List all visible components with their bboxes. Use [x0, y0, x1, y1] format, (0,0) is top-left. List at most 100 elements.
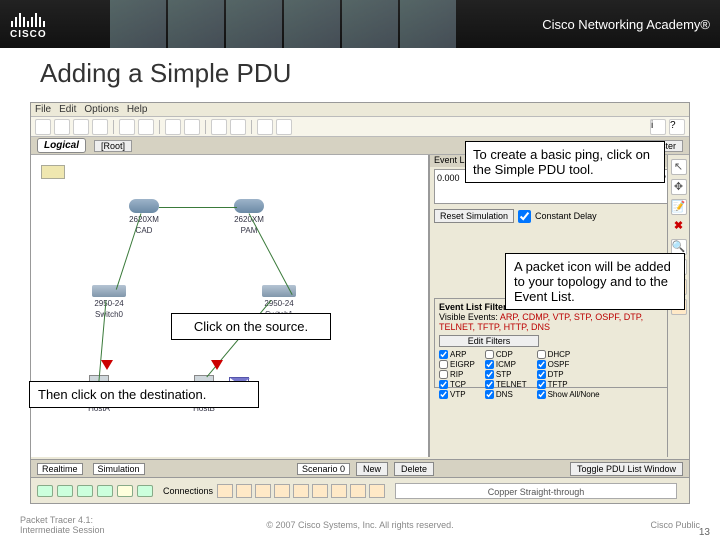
conn-coax-icon[interactable]	[331, 484, 347, 498]
switch-icon	[92, 285, 126, 297]
chk-dtp[interactable]	[537, 370, 546, 379]
zoom-in-icon[interactable]	[211, 119, 227, 135]
devgroup-routers-icon[interactable]	[37, 485, 53, 497]
menu-bar[interactable]: File Edit Options Help	[31, 103, 689, 117]
zoom-out-icon[interactable]	[230, 119, 246, 135]
footer-left: Packet Tracer 4.1: Intermediate Session	[20, 515, 140, 535]
router-cad-name: CAD	[126, 226, 162, 235]
chk-eigrp[interactable]	[439, 360, 448, 369]
conn-copper-cross-icon[interactable]	[274, 484, 290, 498]
chk-cdp[interactable]	[485, 350, 494, 359]
paste-icon[interactable]	[138, 119, 154, 135]
devgroup-wireless-icon[interactable]	[97, 485, 113, 497]
switch0[interactable]: 2950-24 Switch0	[91, 285, 127, 319]
callout-click-source: Click on the source.	[171, 313, 331, 340]
chk-rip[interactable]	[439, 370, 448, 379]
help-icon[interactable]: ?	[669, 119, 685, 135]
banner-photo-strip	[110, 0, 458, 48]
toggle-pdu-list-button[interactable]: Toggle PDU List Window	[570, 462, 683, 476]
chk-tcp[interactable]	[439, 380, 448, 389]
move-tool-icon[interactable]: ✥	[671, 179, 687, 195]
selected-connection-label: Copper Straight-through	[395, 483, 677, 499]
conn-fiber-icon[interactable]	[293, 484, 309, 498]
footer-right: Cisco Public	[580, 520, 700, 530]
callout-packet-added: A packet icon will be added to your topo…	[505, 253, 685, 310]
logical-tab[interactable]: Logical	[37, 138, 86, 153]
reset-sim-button[interactable]: Reset Simulation	[434, 209, 514, 223]
chk-ospf[interactable]	[537, 360, 546, 369]
academy-label: Cisco Networking Academy®	[542, 17, 710, 32]
chk-telnet[interactable]	[485, 380, 494, 389]
event-filters-panel: Event List Filters Visible Events: ARP, …	[434, 298, 685, 388]
palette-icon[interactable]	[257, 119, 273, 135]
ip-phone-device[interactable]	[35, 165, 71, 179]
menu-file[interactable]: File	[35, 104, 51, 115]
menu-options[interactable]: Options	[84, 104, 118, 115]
simulation-tab[interactable]: Simulation	[93, 463, 145, 475]
chk-stp[interactable]	[485, 370, 494, 379]
cisco-logo-text: CISCO	[10, 29, 47, 40]
chk-showall[interactable]	[537, 390, 546, 399]
select-tool-icon[interactable]: ↖	[671, 159, 687, 175]
open-file-icon[interactable]	[54, 119, 70, 135]
devgroup-connections-icon[interactable]	[117, 485, 133, 497]
arrow-to-hosta-icon	[101, 360, 113, 370]
conn-auto-icon[interactable]	[217, 484, 233, 498]
const-delay-checkbox[interactable]	[518, 210, 531, 223]
conn-console-icon[interactable]	[236, 484, 252, 498]
chk-dhcp[interactable]	[537, 350, 546, 359]
chk-icmp[interactable]	[485, 360, 494, 369]
root-chip[interactable]: [Root]	[94, 140, 132, 152]
devgroup-end-icon[interactable]	[137, 485, 153, 497]
scenario-bar: Scenario 0 New Delete Toggle PDU List Wi…	[291, 459, 689, 477]
device-picks	[217, 484, 385, 498]
router-icon	[129, 199, 159, 213]
menu-edit[interactable]: Edit	[59, 104, 76, 115]
packet-tracer-window: File Edit Options Help i ? Logical [Root…	[30, 102, 690, 504]
slide-title: Adding a Simple PDU	[0, 48, 720, 93]
menu-help[interactable]: Help	[127, 104, 148, 115]
visible-events-label: Visible Events:	[439, 312, 498, 322]
new-file-icon[interactable]	[35, 119, 51, 135]
topology-canvas[interactable]: 2620XM CAD 2620XM PAM 2950-24 Switch0 29…	[31, 155, 429, 457]
scenario-new-button[interactable]: New	[356, 462, 388, 476]
print-icon[interactable]	[92, 119, 108, 135]
info-icon[interactable]: i	[650, 119, 666, 135]
top-banner: CISCO Cisco Networking Academy®	[0, 0, 720, 48]
router-cad[interactable]: 2620XM CAD	[126, 199, 162, 235]
redo-icon[interactable]	[184, 119, 200, 135]
cisco-logo: CISCO	[10, 9, 47, 40]
edit-filters-button[interactable]: Edit Filters	[439, 335, 539, 347]
slide-footer: Packet Tracer 4.1: Intermediate Session …	[0, 510, 720, 540]
save-file-icon[interactable]	[73, 119, 89, 135]
router-cad-model: 2620XM	[126, 215, 162, 224]
conn-serial-dte-icon[interactable]	[369, 484, 385, 498]
conn-copper-straight-icon[interactable]	[255, 484, 271, 498]
devgroup-switches-icon[interactable]	[57, 485, 73, 497]
delete-tool-icon[interactable]: ✖	[671, 219, 687, 235]
conn-phone-icon[interactable]	[312, 484, 328, 498]
chk-tftp[interactable]	[537, 380, 546, 389]
chk-dns[interactable]	[485, 390, 494, 399]
scenario-delete-button[interactable]: Delete	[394, 462, 434, 476]
arrow-to-hostb-icon	[211, 360, 223, 370]
realtime-tab[interactable]: Realtime	[37, 463, 83, 475]
ip-phone-icon	[41, 165, 65, 179]
chk-arp[interactable]	[439, 350, 448, 359]
devgroup-hubs-icon[interactable]	[77, 485, 93, 497]
note-tool-icon[interactable]: 📝	[671, 199, 687, 215]
event-time: 0.000	[437, 173, 460, 183]
copy-icon[interactable]	[119, 119, 135, 135]
misc-tool-icon[interactable]	[276, 119, 292, 135]
conn-serial-dce-icon[interactable]	[350, 484, 366, 498]
scenario-select[interactable]: Scenario 0	[297, 463, 350, 475]
undo-icon[interactable]	[165, 119, 181, 135]
protocol-checkboxes: ARP EIGRP RIP TCP VTP CDP ICMP STP TELNE…	[439, 350, 680, 399]
simulation-side-panel: Event List 0.000 HostB ICMP Reset Simula…	[429, 155, 689, 457]
page-number: 13	[699, 527, 710, 538]
router-icon	[234, 199, 264, 213]
router-pam[interactable]: 2620XM PAM	[231, 199, 267, 235]
cisco-bars-icon	[11, 9, 45, 27]
main-toolbar: i ?	[31, 117, 689, 137]
chk-vtp[interactable]	[439, 390, 448, 399]
